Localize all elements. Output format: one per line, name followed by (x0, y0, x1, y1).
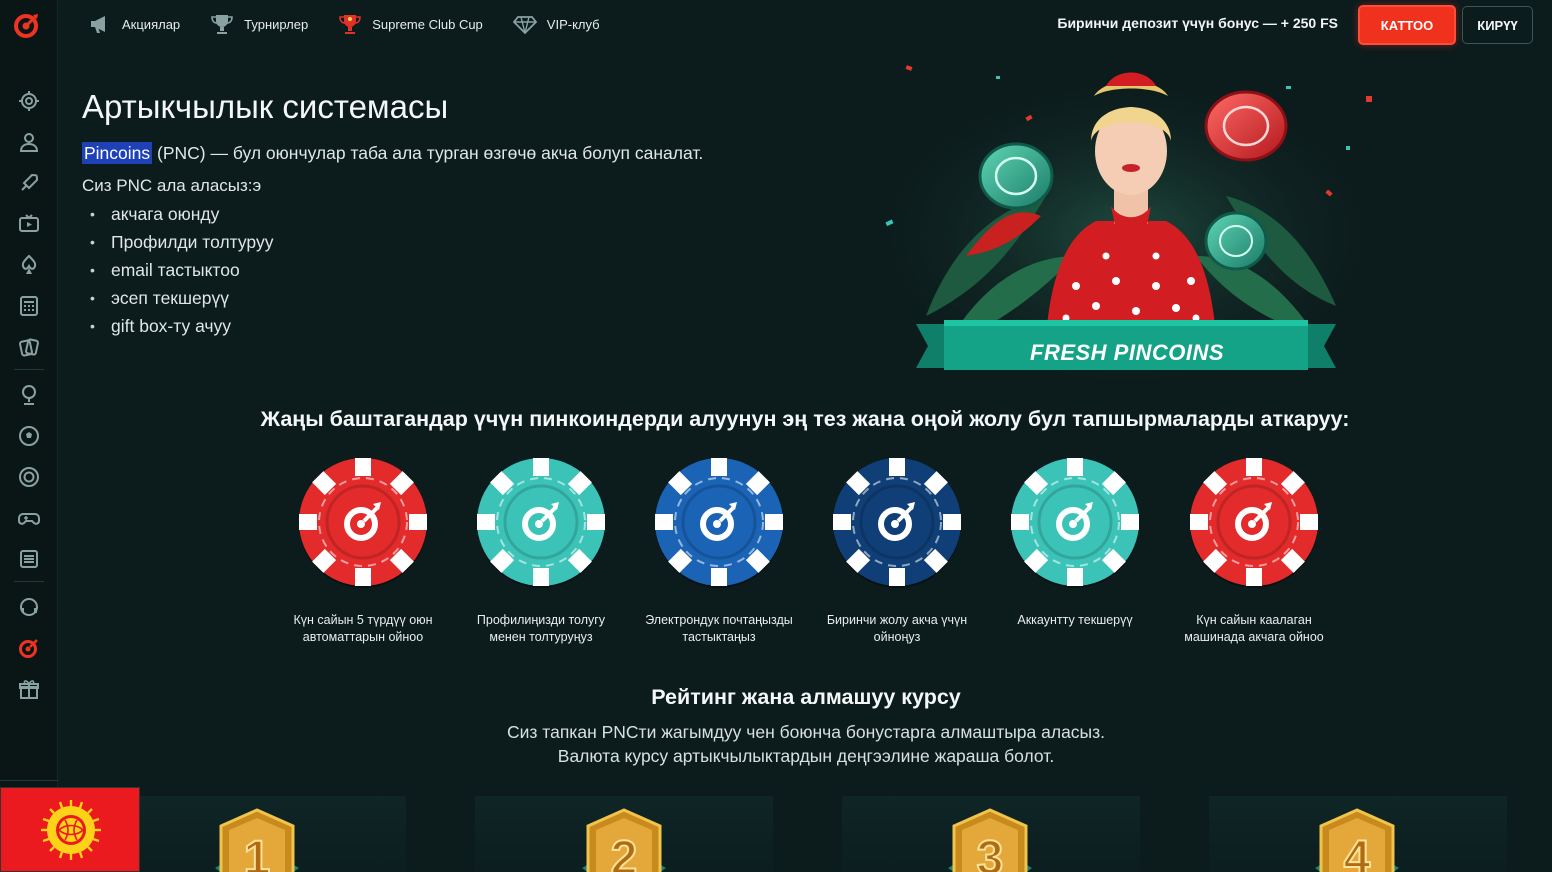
task-label: Күн сайын 5 түрдүү оюн автоматтарын ойно… (293, 613, 433, 644)
list-item: акчага оюнду (90, 203, 273, 231)
task-label: Аккаунтту текшерүү (1017, 613, 1133, 627)
promo-banner-text: FRESH PINCOINS (1030, 340, 1225, 365)
kyrgyzstan-flag-language-selector[interactable] (0, 787, 140, 872)
nav-vip-club-label: VIP-клуб (546, 16, 600, 32)
task-label: Электрондук почтаңызды тастыктаңыз (645, 613, 793, 644)
task-label: Күн сайын каалаган машинада акчага ойноо (1184, 613, 1324, 644)
level-shield-icon: 3 (948, 808, 1032, 872)
sidebar-item-live-dealer[interactable] (0, 121, 58, 162)
diamond-icon (512, 16, 537, 35)
tasks-heading: Жаңы баштагандар үчүн пинкоиндерди алуун… (260, 407, 1350, 431)
rocket-icon (21, 173, 39, 191)
ways-list: акчага оюнду Профилди толтуруу email тас… (90, 203, 273, 343)
level-shield-icon: 1 (215, 808, 299, 872)
pincoins-intro-text: (PNC) — бул оюнчулар таба ала турган өзг… (152, 143, 704, 163)
pincoins-intro: Pincoins (PNC) — бул оюнчулар таба ала т… (82, 142, 704, 164)
sidebar-divider (14, 369, 44, 370)
page-title: Артыкчылык системасы (82, 88, 449, 125)
sidebar-item-pincoins[interactable] (0, 627, 58, 668)
login-button[interactable]: КИРҮҮ (1462, 6, 1533, 44)
task-label: Профилиңизди толугу менен толтуруңуз (476, 613, 606, 644)
task-chip (831, 456, 963, 588)
gear-icon (19, 90, 39, 111)
rating-description-line: Валюта курсу артыкчылыктардын деңгээлине… (557, 746, 1055, 766)
news-icon (20, 549, 38, 568)
kyrgyzstan-flag-icon (41, 800, 101, 860)
sidebar-item-lottery[interactable] (0, 285, 58, 326)
task-chip (475, 456, 607, 588)
nav-tournaments-label: Турнирлер (244, 16, 309, 32)
sidebar-item-esports[interactable] (0, 456, 58, 497)
level-number: 2 (611, 832, 638, 872)
poker-chip-icon (299, 458, 427, 588)
level-shield-icon: 4 (1315, 808, 1399, 872)
ways-heading: Сиз PNC ала аласыз:э (82, 176, 262, 195)
rating-description-line: Сиз тапкан PNCти жагымдуу чен боюнча бон… (506, 722, 1106, 742)
trophy-small-icon (22, 384, 36, 405)
sidebar-menu (0, 80, 58, 709)
task-chip (297, 456, 429, 588)
megaphone-icon (91, 16, 105, 33)
register-button[interactable]: КАТТОО (1358, 5, 1456, 45)
support-icon (20, 597, 38, 616)
list-item: gift box-ту ачуу (90, 315, 273, 343)
first-deposit-bonus-text: Биринчи депозит үчүн бонус — + 250 FS (1057, 15, 1338, 31)
list-item: email тастыктоо (90, 259, 273, 287)
poker-chip-icon (833, 458, 961, 588)
rating-heading: Рейтинг жана алмашуу курсу (651, 685, 961, 709)
sidebar-item-poker[interactable] (0, 244, 58, 285)
task-chip (653, 456, 785, 588)
site-logo[interactable] (14, 12, 40, 38)
level-shield-icon: 2 (582, 808, 666, 872)
pincoins-highlight: Pincoins (82, 142, 153, 164)
task-chip (1188, 456, 1320, 588)
poker-chip-icon (1190, 458, 1318, 588)
sidebar-divider (14, 581, 44, 582)
page: Акциялар Турнирлер Supreme Club Cup VIP-… (0, 0, 1552, 872)
sidebar-item-table-games[interactable] (0, 326, 58, 367)
nav-promotions-label: Акциялар (122, 16, 181, 32)
trophy-icon (211, 15, 233, 34)
nav-tournaments[interactable]: Турнирлер (210, 13, 308, 35)
level-badge: 4 (1315, 808, 1399, 872)
task-chip (1009, 456, 1141, 588)
poker-chip-icon (1011, 458, 1139, 588)
calculator-icon (20, 295, 38, 316)
level-badge: 2 (582, 808, 666, 872)
sidebar-item-games[interactable] (0, 497, 58, 538)
nav-vip-club[interactable]: VIP-клуб (512, 13, 600, 35)
gamepad-icon (18, 512, 40, 525)
nav-promotions[interactable]: Акциялар (88, 13, 180, 35)
pincoins-logo-icon (19, 638, 38, 658)
nav-supreme-club-cup[interactable]: Supreme Club Cup (338, 13, 483, 35)
list-item: Профилди толтуруу (90, 231, 273, 259)
user-icon (19, 132, 39, 152)
nav-supreme-club-cup-label: Supreme Club Cup (372, 16, 483, 32)
sidebar-item-support[interactable] (0, 586, 58, 627)
fresh-pincoins-promo-image (866, 56, 1386, 380)
target-icon (19, 466, 39, 487)
tv-icon (19, 213, 39, 232)
task-label: Биринчи жолу акча үчүн ойноңуз (826, 613, 968, 644)
poker-chip-icon (477, 458, 605, 588)
rating-description: Сиз тапкан PNCти жагымдуу чен боюнча бон… (0, 720, 1552, 768)
level-number: 3 (977, 832, 1004, 872)
sidebar-item-news[interactable] (0, 538, 58, 579)
cards-icon (19, 337, 39, 357)
sidebar-item-crash[interactable] (0, 162, 58, 203)
level-badge: 3 (948, 808, 1032, 872)
level-badge: 1 (215, 808, 299, 872)
sidebar-item-tv-games[interactable] (0, 203, 58, 244)
level-number: 1 (244, 832, 271, 872)
poker-icon (21, 254, 37, 274)
cup-icon (339, 15, 362, 34)
level-number: 4 (1344, 832, 1371, 872)
poker-chip-icon (655, 458, 783, 588)
list-item: эсеп текшерүү (90, 287, 273, 315)
sidebar-item-settings[interactable] (0, 80, 58, 121)
